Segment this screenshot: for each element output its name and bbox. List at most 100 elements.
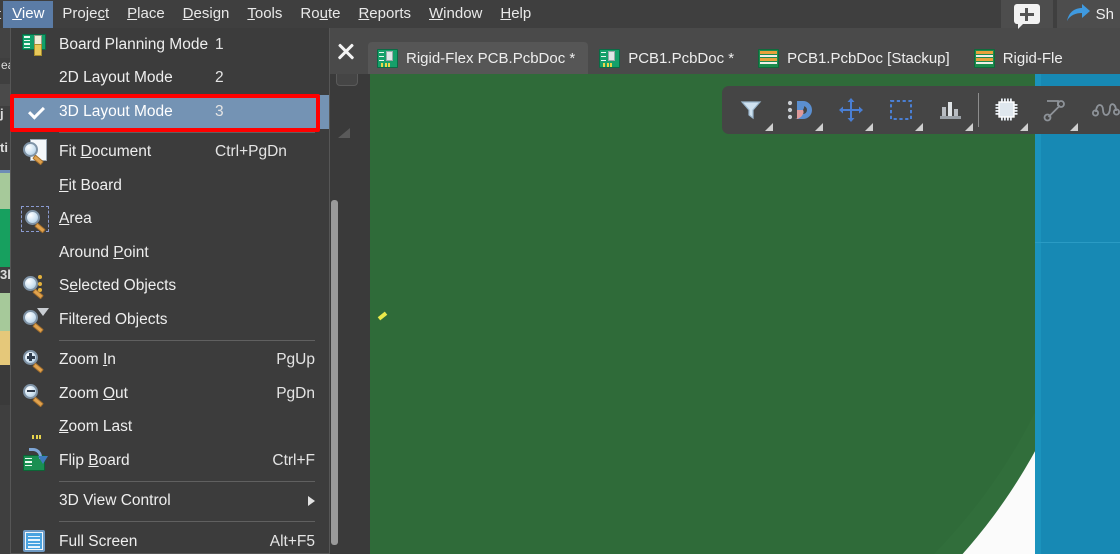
zoom-out-icon [21, 381, 49, 407]
document-tab[interactable]: Rigid-Flex PCB.PcbDoc * [368, 42, 589, 74]
layer-stackup-icon [973, 48, 995, 68]
menu-item-shortcut: Ctrl+F [272, 451, 315, 469]
menu-design[interactable]: Design [174, 1, 239, 28]
share-arrow-icon [1066, 4, 1090, 21]
pcb-3d-viewport[interactable] [366, 74, 1120, 554]
document-tab-label: PCB1.PcbDoc * [628, 49, 735, 67]
viewport-left-border [366, 74, 370, 554]
menu-item-label: Board Planning Mode [59, 35, 209, 53]
pcb-document-icon [377, 48, 398, 68]
flex-region-panel [1035, 74, 1120, 554]
menu-item-label: Fit Document [59, 143, 152, 161]
pcb-board-3d [366, 74, 1094, 554]
move-crosshair-icon[interactable] [826, 86, 876, 134]
menu-project[interactable]: Project [53, 1, 118, 28]
menu-item-label: 3D Layout Mode [59, 102, 173, 120]
menu-separator [59, 131, 315, 133]
zoom-area-icon [21, 206, 49, 234]
document-tab[interactable]: Rigid-Fle [965, 42, 1076, 74]
menu-item-shortcut: Alt+F5 [269, 532, 315, 550]
panel-collapse-triangle [338, 128, 350, 138]
magnet-snap-icon[interactable] [776, 86, 826, 134]
menu-item-shortcut: 1 [215, 35, 224, 53]
menu-item-around-point[interactable]: Around Point [11, 236, 329, 270]
squiggle-length-tune-icon[interactable] [1081, 86, 1120, 134]
menu-place[interactable]: Place [118, 1, 174, 28]
pcb-document-icon [599, 48, 621, 68]
menu-view[interactable]: View [3, 0, 54, 28]
menu-item-zoom-in[interactable]: Zoom In PgUp [11, 344, 329, 378]
menu-item-area[interactable]: Area [11, 203, 329, 237]
menu-item-label: Zoom Last [59, 418, 133, 436]
menu-item-flip-board[interactable]: Flip Board Ctrl+F [11, 435, 329, 478]
close-icon[interactable] [324, 28, 368, 74]
document-tab-strip[interactable]: Rigid-Flex PCB.PcbDoc * PCB1.PcbDoc * PC… [324, 28, 1120, 74]
dashed-rectangle-select-icon[interactable] [876, 86, 926, 134]
menu-separator [59, 480, 315, 482]
menu-item-label: Filtered Objects [59, 310, 168, 328]
menu-item-label: Around Point [59, 243, 149, 261]
menu-item-board-planning-mode[interactable]: Board Planning Mode 1 [11, 28, 329, 62]
menu-reports[interactable]: Reports [349, 1, 420, 28]
left-docked-panel-strip: ea j ti 3l [0, 28, 10, 554]
menu-item-label: Full Screen [59, 532, 138, 550]
menu-item-full-screen[interactable]: Full Screen Alt+F5 [11, 525, 329, 554]
menu-item-label: Selected Objects [59, 277, 177, 295]
menu-item-label: 3D View Control [59, 492, 171, 510]
menu-item-shortcut: Ctrl+PgDn [215, 143, 287, 161]
menu-item-shortcut: 2 [215, 69, 224, 87]
document-tab[interactable]: PCB1.PcbDoc * [590, 42, 747, 74]
menu-item-label: Fit Board [59, 176, 122, 194]
menu-item-filtered-objects[interactable]: Filtered Objects [11, 303, 329, 337]
panel-scrollbar[interactable] [331, 200, 338, 545]
document-tab[interactable]: PCB1.PcbDoc [Stackup] [749, 42, 963, 74]
menu-item-shortcut: PgDn [276, 384, 315, 402]
document-tab-label: Rigid-Fle [1002, 49, 1063, 67]
menu-item-3d-view-control[interactable]: 3D View Control [11, 485, 329, 519]
checkmark-icon [28, 102, 45, 120]
menu-item-fit-document[interactable]: Fit Document Ctrl+PgDn [11, 136, 329, 170]
main-menu-bar[interactable]: t View Project Place Design Tools Route … [0, 0, 1120, 29]
menu-item-zoom-last[interactable]: Zoom Last [11, 411, 329, 445]
menu-route[interactable]: Route [291, 1, 349, 28]
menu-separator [59, 521, 315, 522]
component-chip-icon[interactable] [981, 86, 1031, 134]
toolbar-separator [978, 93, 979, 127]
menu-item-2d-layout-mode[interactable]: 2D Layout Mode 2 [11, 62, 329, 96]
zoom-in-icon [21, 347, 49, 374]
zoom-filtered-icon [21, 307, 49, 333]
menu-help[interactable]: Help [491, 1, 540, 28]
submenu-arrow-icon [308, 496, 315, 507]
menu-item-3d-layout-mode[interactable]: 3D Layout Mode 3 [11, 95, 329, 129]
document-tab-label: Rigid-Flex PCB.PcbDoc * [406, 49, 576, 67]
document-tab-label: PCB1.PcbDoc [Stackup] [787, 49, 950, 67]
zoom-document-icon [21, 139, 49, 166]
share-label: Sh [1095, 5, 1114, 23]
zoom-selected-icon [21, 273, 49, 300]
menu-item-label: 2D Layout Mode [59, 69, 173, 87]
menu-item-label: Flip Board [59, 451, 130, 469]
menu-tools[interactable]: Tools [238, 1, 291, 28]
full-screen-icon [21, 529, 49, 554]
menubar-right-controls[interactable]: Sh [1000, 0, 1120, 29]
menu-item-label: Area [59, 210, 92, 228]
flip-board-icon [21, 435, 49, 474]
view-dropdown-menu[interactable]: Board Planning Mode 1 2D Layout Mode 2 3… [10, 28, 330, 554]
viewport-toolbar[interactable] [722, 86, 1120, 134]
menu-window[interactable]: Window [420, 1, 491, 28]
board-planning-icon [21, 32, 49, 58]
menu-separator [59, 339, 315, 341]
layers-bar-icon[interactable] [926, 86, 976, 134]
menu-item-fit-board[interactable]: Fit Board [11, 169, 329, 203]
menu-item-zoom-out[interactable]: Zoom Out PgDn [11, 377, 329, 411]
menu-item-selected-objects[interactable]: Selected Objects [11, 270, 329, 304]
menu-item-label: Zoom Out [59, 384, 128, 402]
funnel-filter-icon[interactable] [726, 86, 776, 134]
menu-item-shortcut: PgUp [276, 351, 315, 369]
route-path-icon[interactable] [1031, 86, 1081, 134]
menu-item-label: Zoom In [59, 351, 116, 369]
comment-plus-icon[interactable] [1000, 0, 1053, 29]
menu-item-shortcut: 3 [215, 102, 224, 120]
share-button[interactable]: Sh [1056, 0, 1120, 28]
layer-stackup-icon [758, 48, 780, 68]
